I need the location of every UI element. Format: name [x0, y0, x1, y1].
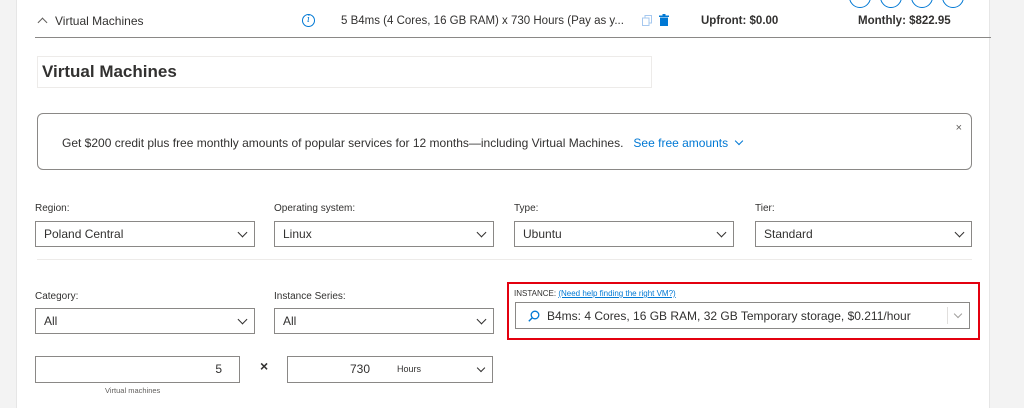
category-label: Category: [35, 291, 79, 302]
hours-unit-select[interactable]: Hours [387, 356, 493, 383]
os-value: Linux [283, 227, 312, 241]
chevron-down-icon [237, 314, 248, 325]
tier-select[interactable]: Standard [755, 221, 972, 247]
chevron-down-icon [734, 136, 744, 146]
chevron-down-icon [954, 227, 965, 238]
region-value: Poland Central [44, 227, 124, 241]
banner-message: Get $200 credit plus free monthly amount… [62, 136, 624, 150]
os-label: Operating system: [274, 203, 356, 214]
see-free-amounts-label: See free amounts [633, 136, 729, 150]
series-label: Instance Series: [274, 291, 346, 302]
free-credit-banner: Get $200 credit plus free monthly amount… [37, 113, 972, 170]
close-icon[interactable]: × [956, 122, 962, 134]
chevron-down-icon [237, 227, 248, 238]
os-select[interactable]: Linux [274, 221, 494, 247]
clone-icon[interactable] [642, 15, 652, 26]
collapse-button[interactable]: Virtual Machines [35, 12, 155, 30]
category-value: All [44, 314, 58, 328]
series-value: All [283, 314, 297, 328]
chevron-down-icon [476, 227, 487, 238]
category-select[interactable]: All [35, 308, 255, 334]
tier-value: Standard [764, 227, 813, 241]
type-value: Ubuntu [523, 227, 562, 241]
chevron-down-icon [476, 363, 486, 373]
region-select[interactable]: Poland Central [35, 221, 255, 247]
chevron-down-icon [716, 227, 727, 238]
vm-count-caption: Virtual machines [105, 386, 161, 395]
upfront-cost: Upfront: $0.00 [701, 15, 779, 27]
multiply-sign: × [260, 358, 269, 374]
estimate-name-input[interactable]: Virtual Machines [37, 56, 652, 88]
section-divider [37, 259, 972, 260]
summary-row: Virtual Machines i 5 B4ms (4 Cores, 16 G… [35, 0, 991, 38]
delete-icon[interactable] [659, 14, 669, 26]
instance-highlight-box [507, 282, 980, 340]
type-label: Type: [514, 203, 539, 214]
chevron-up-icon [37, 17, 48, 28]
series-select[interactable]: All [274, 308, 494, 334]
tier-label: Tier: [755, 203, 775, 214]
hours-input[interactable]: 730 [287, 356, 388, 383]
info-icon[interactable]: i [302, 14, 315, 27]
hours-unit-value: Hours [397, 364, 422, 374]
see-free-amounts-link[interactable]: See free amounts [627, 136, 744, 150]
vm-count-input[interactable]: 5 [35, 356, 240, 383]
banner-text: Get $200 credit plus free monthly amount… [62, 136, 744, 150]
summary-description: 5 B4ms (4 Cores, 16 GB RAM) x 730 Hours … [341, 15, 624, 27]
vm-estimate-panel: Virtual Machines i 5 B4ms (4 Cores, 16 G… [16, 0, 991, 408]
summary-title: Virtual Machines [55, 14, 144, 28]
type-select[interactable]: Ubuntu [514, 221, 734, 247]
monthly-cost: Monthly: $822.95 [858, 15, 951, 27]
chevron-down-icon [476, 314, 487, 325]
region-label: Region: [35, 203, 70, 214]
